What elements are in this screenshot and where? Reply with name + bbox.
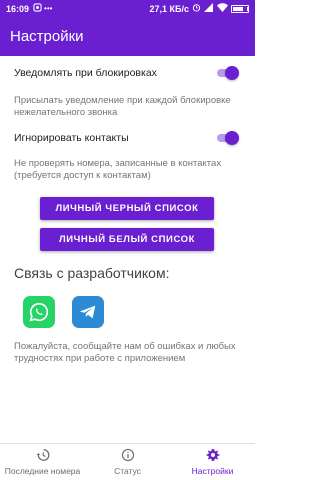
nav-recent-numbers-label: Последние номера <box>4 466 81 476</box>
setting-notify-block[interactable]: Уведомлять при блокировках <box>14 66 239 80</box>
whatsapp-icon[interactable] <box>23 296 55 328</box>
status-time: 16:09 <box>6 4 30 14</box>
page-title: Настройки <box>10 28 84 45</box>
nav-status-label: Статус <box>114 466 141 476</box>
alarm-icon <box>192 0 201 18</box>
setting-ignore-contacts-label: Игнорировать контакты <box>14 132 129 144</box>
info-icon <box>121 448 135 464</box>
notify-block-switch[interactable] <box>215 66 239 80</box>
status-bar: 16:09 ••• 27,1 КБ/с <box>0 0 255 18</box>
more-notifications-icon: ••• <box>44 4 53 13</box>
setting-ignore-contacts[interactable]: Игнорировать контакты <box>14 131 239 145</box>
developer-help-text: Пожалуйста, сообщайте нам об ошибках и л… <box>14 341 236 364</box>
bottom-navigation: Последние номера Статус Настройки <box>0 443 255 480</box>
history-icon <box>36 448 50 464</box>
setting-notify-block-description: Присылать уведомление при каждой блокиро… <box>14 95 231 118</box>
blacklist-button[interactable]: ЛИЧНЫЙ ЧЕРНЫЙ СПИСОК <box>40 197 214 220</box>
whitelist-button[interactable]: ЛИЧНЫЙ БЕЛЫЙ СПИСОК <box>40 228 214 251</box>
nav-settings[interactable]: Настройки <box>170 444 255 480</box>
telegram-icon[interactable] <box>72 296 104 328</box>
battery-icon <box>231 5 249 13</box>
nav-recent-numbers[interactable]: Последние номера <box>0 444 85 480</box>
setting-notify-block-label: Уведомлять при блокировках <box>14 67 157 79</box>
gear-icon <box>206 448 220 464</box>
wifi-icon <box>217 0 228 18</box>
ignore-contacts-switch[interactable] <box>215 131 239 145</box>
notification-icon <box>33 0 42 18</box>
signal-icon <box>204 0 214 18</box>
nav-settings-label: Настройки <box>191 466 234 476</box>
app-bar: Настройки <box>0 18 255 56</box>
net-speed: 27,1 КБ/с <box>149 4 190 14</box>
setting-ignore-contacts-description: Не проверять номера, записанные в контак… <box>14 158 222 181</box>
developer-contact-title: Связь с разработчиком: <box>14 265 170 281</box>
nav-status[interactable]: Статус <box>85 444 170 480</box>
